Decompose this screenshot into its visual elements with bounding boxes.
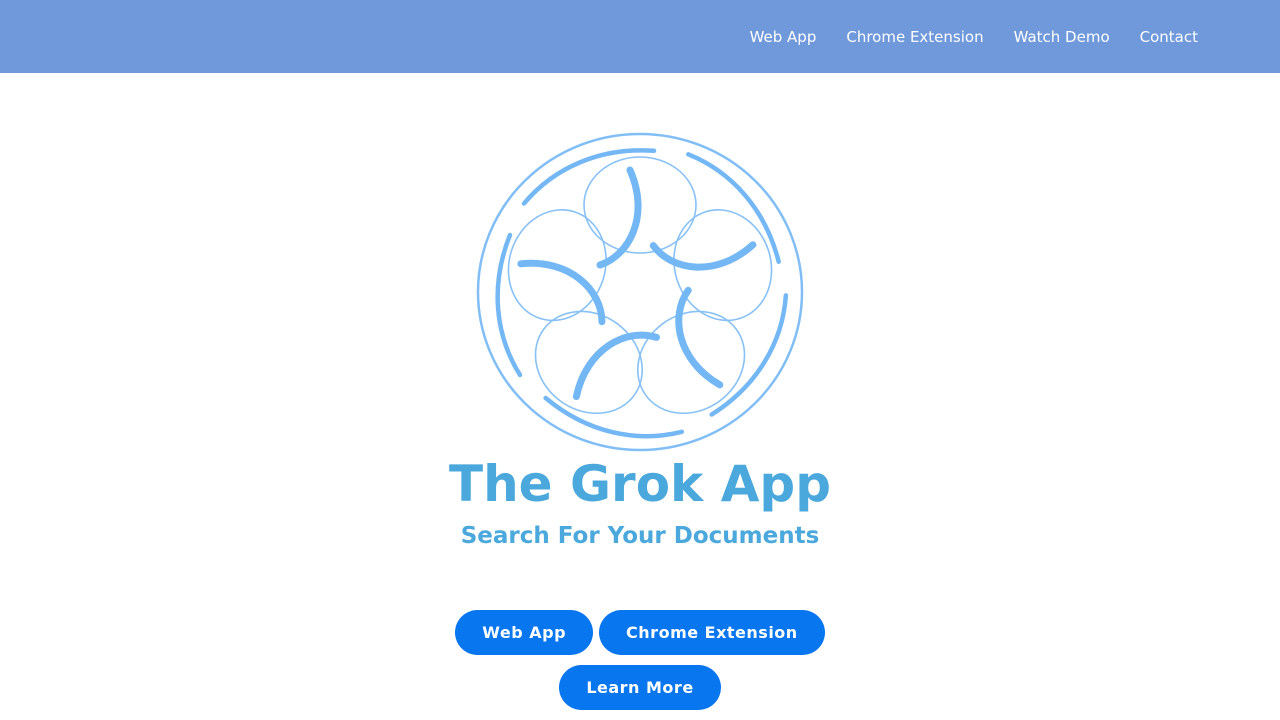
swirl-circle-logo-icon bbox=[470, 125, 810, 460]
cta-row-secondary: Learn More bbox=[0, 665, 1280, 710]
learn-more-button[interactable]: Learn More bbox=[559, 665, 721, 710]
nav-link-chrome-extension[interactable]: Chrome Extension bbox=[846, 28, 983, 46]
nav-link-web-app[interactable]: Web App bbox=[750, 28, 817, 46]
top-navbar: Web App Chrome Extension Watch Demo Cont… bbox=[0, 0, 1280, 73]
chrome-extension-button[interactable]: Chrome Extension bbox=[599, 610, 825, 655]
logo-graphic bbox=[476, 132, 804, 452]
nav-link-watch-demo[interactable]: Watch Demo bbox=[1014, 28, 1110, 46]
web-app-button[interactable]: Web App bbox=[455, 610, 594, 655]
hero-subtitle: Search For Your Documents bbox=[460, 523, 820, 549]
cta-row-primary: Web App Chrome Extension bbox=[0, 610, 1280, 655]
nav-links: Web App Chrome Extension Watch Demo Cont… bbox=[750, 0, 1198, 73]
nav-link-contact[interactable]: Contact bbox=[1140, 28, 1198, 46]
hero-title: The Grok App bbox=[448, 455, 831, 513]
